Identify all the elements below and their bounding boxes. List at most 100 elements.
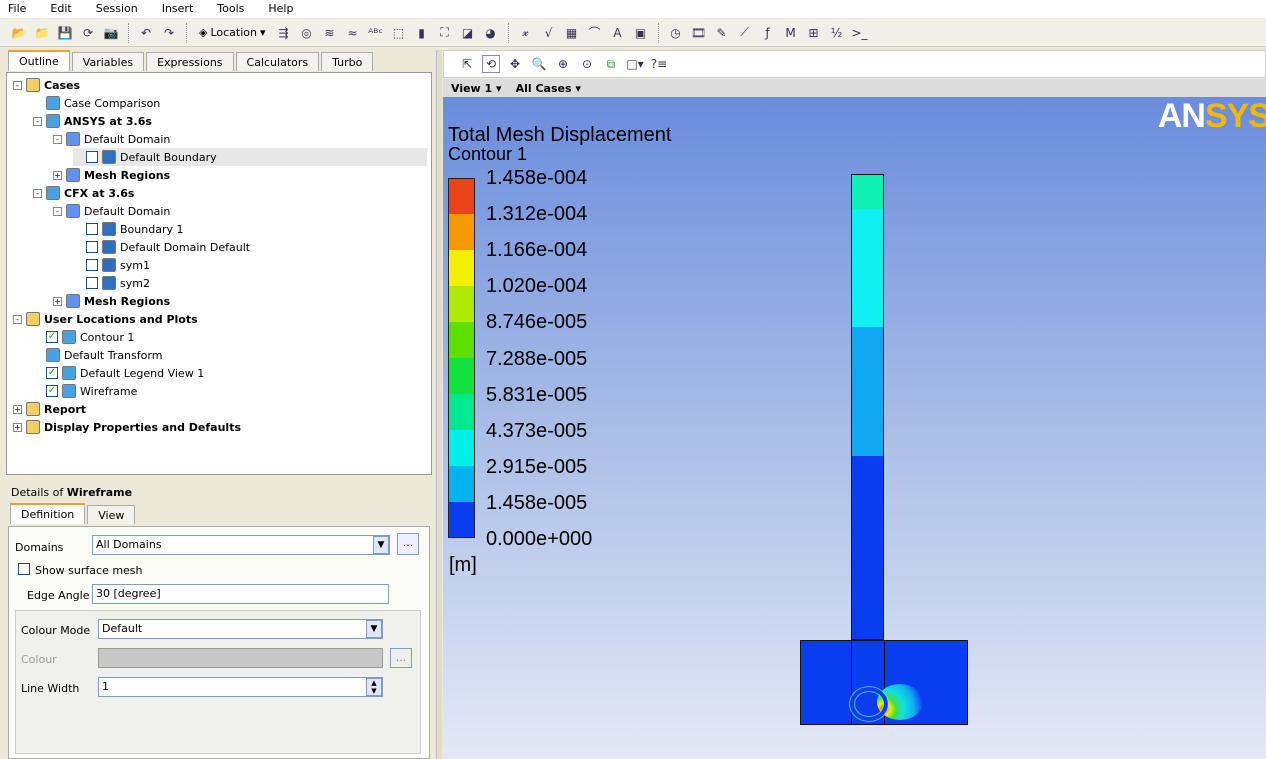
tree-item[interactable]: Default Boundary: [73, 148, 427, 166]
quick-editor-icon[interactable]: ✎: [713, 24, 731, 42]
clip-plane-icon[interactable]: ◪: [459, 24, 477, 42]
edge-angle-input[interactable]: 30 [degree]: [92, 584, 389, 604]
tree-item[interactable]: Default Transform: [33, 346, 162, 364]
redo-icon[interactable]: ↷: [160, 24, 178, 42]
tab-variables[interactable]: Variables: [71, 52, 145, 71]
visibility-checkbox[interactable]: ✓: [46, 331, 58, 343]
figure-icon[interactable]: ▣: [632, 24, 650, 42]
timestep-icon[interactable]: ◷: [667, 24, 685, 42]
collapse-icon[interactable]: -: [53, 206, 62, 216]
visibility-checkbox[interactable]: [86, 151, 98, 163]
tab-view[interactable]: View: [87, 505, 136, 524]
viewport-layout-icon[interactable]: □▾: [626, 55, 644, 73]
expand-icon[interactable]: +: [13, 422, 22, 432]
tree-item[interactable]: - Default Domain: [53, 202, 170, 220]
collapse-icon[interactable]: -: [33, 188, 42, 198]
view-select[interactable]: View 1 ▾: [451, 82, 502, 95]
tree-item[interactable]: - CFX at 3.6s: [33, 184, 134, 202]
legend-icon[interactable]: ▮: [413, 24, 431, 42]
tree-item[interactable]: - ANSYS at 3.6s: [33, 112, 152, 130]
domains-select[interactable]: All Domains: [92, 535, 390, 555]
command-editor-icon[interactable]: >_: [851, 24, 869, 42]
function-calculator-icon[interactable]: ƒ: [759, 24, 777, 42]
tab-turbo[interactable]: Turbo: [321, 52, 374, 71]
collapse-icon[interactable]: -: [13, 80, 22, 90]
menu-edit[interactable]: Edit: [48, 0, 79, 18]
probe-icon[interactable]: ⟋: [736, 24, 754, 42]
load-state-icon[interactable]: 📂: [10, 24, 28, 42]
tree-item[interactable]: + Mesh Regions: [53, 292, 170, 310]
tree-item[interactable]: - Default Domain: [53, 130, 170, 148]
visibility-checkbox[interactable]: [86, 277, 98, 289]
tree-item[interactable]: sym2: [73, 274, 150, 292]
cases-select[interactable]: All Cases ▾: [516, 82, 581, 95]
tab-calculators[interactable]: Calculators: [235, 52, 320, 71]
variable-icon[interactable]: 𝔁: [517, 24, 535, 42]
tree-item[interactable]: ✓ Default Legend View 1: [33, 364, 204, 382]
save-state-icon[interactable]: 💾: [56, 24, 74, 42]
mesh-calculator-icon[interactable]: ⊞: [805, 24, 823, 42]
visibility-checkbox[interactable]: ✓: [46, 385, 58, 397]
chevron-down-icon[interactable]: ▼: [373, 536, 389, 554]
tree-item[interactable]: Boundary 1: [73, 220, 183, 238]
panel-splitter[interactable]: [436, 50, 442, 759]
pan-icon[interactable]: ✥: [506, 55, 524, 73]
tree-item[interactable]: + Report: [13, 400, 86, 418]
screenshot-icon[interactable]: 📷: [102, 24, 120, 42]
menu-insert[interactable]: Insert: [160, 0, 202, 18]
tree-item[interactable]: - User Locations and Plots: [13, 310, 198, 328]
contour-icon[interactable]: ◎: [298, 24, 316, 42]
zoom-box-icon[interactable]: ⊕: [554, 55, 572, 73]
menu-tools[interactable]: Tools: [215, 0, 252, 18]
table-icon[interactable]: ▦: [563, 24, 581, 42]
tab-definition[interactable]: Definition: [10, 503, 86, 524]
location-menu-button[interactable]: ◈ Location ▾: [195, 26, 270, 39]
visibility-checkbox[interactable]: [86, 259, 98, 271]
visibility-checkbox[interactable]: [86, 223, 98, 235]
load-results-icon[interactable]: 📁: [33, 24, 51, 42]
visibility-checkbox[interactable]: ✓: [46, 367, 58, 379]
3d-viewport[interactable]: ANSYS Total Mesh Displacement Contour 1 …: [443, 97, 1266, 759]
highlight-icon[interactable]: ⧉: [602, 55, 620, 73]
chart-icon[interactable]: ⌒: [586, 24, 604, 42]
help-icon[interactable]: ?≡: [650, 55, 668, 73]
case-comparison-icon[interactable]: ½: [828, 24, 846, 42]
colour-map-icon[interactable]: ◕: [482, 24, 500, 42]
select-icon[interactable]: ⇱: [458, 55, 476, 73]
text-icon[interactable]: ᴬᴮᶜ: [367, 24, 385, 42]
particle-track-icon[interactable]: ≈: [344, 24, 362, 42]
tree-item[interactable]: Case Comparison: [33, 94, 160, 112]
expand-icon[interactable]: +: [53, 170, 62, 180]
fit-view-icon[interactable]: ⊙: [578, 55, 596, 73]
tree-item[interactable]: sym1: [73, 256, 150, 274]
visibility-checkbox[interactable]: [86, 241, 98, 253]
tree-item[interactable]: + Mesh Regions: [53, 166, 170, 184]
line-width-input[interactable]: 1: [98, 677, 383, 697]
macro-calculator-icon[interactable]: M: [782, 24, 800, 42]
menu-help[interactable]: Help: [266, 0, 301, 18]
rotate-icon[interactable]: ⟲: [482, 55, 500, 73]
colour-mode-select[interactable]: Default: [98, 619, 383, 639]
animation-icon[interactable]: 🎞: [690, 24, 708, 42]
tree-item[interactable]: ✓ Contour 1: [33, 328, 134, 346]
menu-session[interactable]: Session: [94, 0, 146, 18]
streamline-icon[interactable]: ≋: [321, 24, 339, 42]
tree-item[interactable]: ✓ Wireframe: [33, 382, 137, 400]
tree-item[interactable]: + Display Properties and Defaults: [13, 418, 241, 436]
collapse-icon[interactable]: -: [53, 134, 62, 144]
tree-item[interactable]: - Cases: [13, 76, 80, 94]
tab-outline[interactable]: Outline: [8, 50, 70, 71]
comment-icon[interactable]: A: [609, 24, 627, 42]
line-width-spinner[interactable]: ▲ ▼: [366, 678, 382, 696]
collapse-icon[interactable]: -: [13, 314, 22, 324]
expression-icon[interactable]: √: [540, 24, 558, 42]
expand-icon[interactable]: +: [13, 404, 22, 414]
zoom-icon[interactable]: 🔍: [530, 55, 548, 73]
collapse-icon[interactable]: -: [33, 116, 42, 126]
undo-icon[interactable]: ↶: [137, 24, 155, 42]
instance-transform-icon[interactable]: ⛶: [436, 24, 454, 42]
chevron-down-icon[interactable]: ▼: [366, 620, 382, 638]
tab-expressions[interactable]: Expressions: [146, 52, 234, 71]
refresh-icon[interactable]: ⟳: [79, 24, 97, 42]
domains-browse-button[interactable]: ...: [397, 533, 419, 555]
